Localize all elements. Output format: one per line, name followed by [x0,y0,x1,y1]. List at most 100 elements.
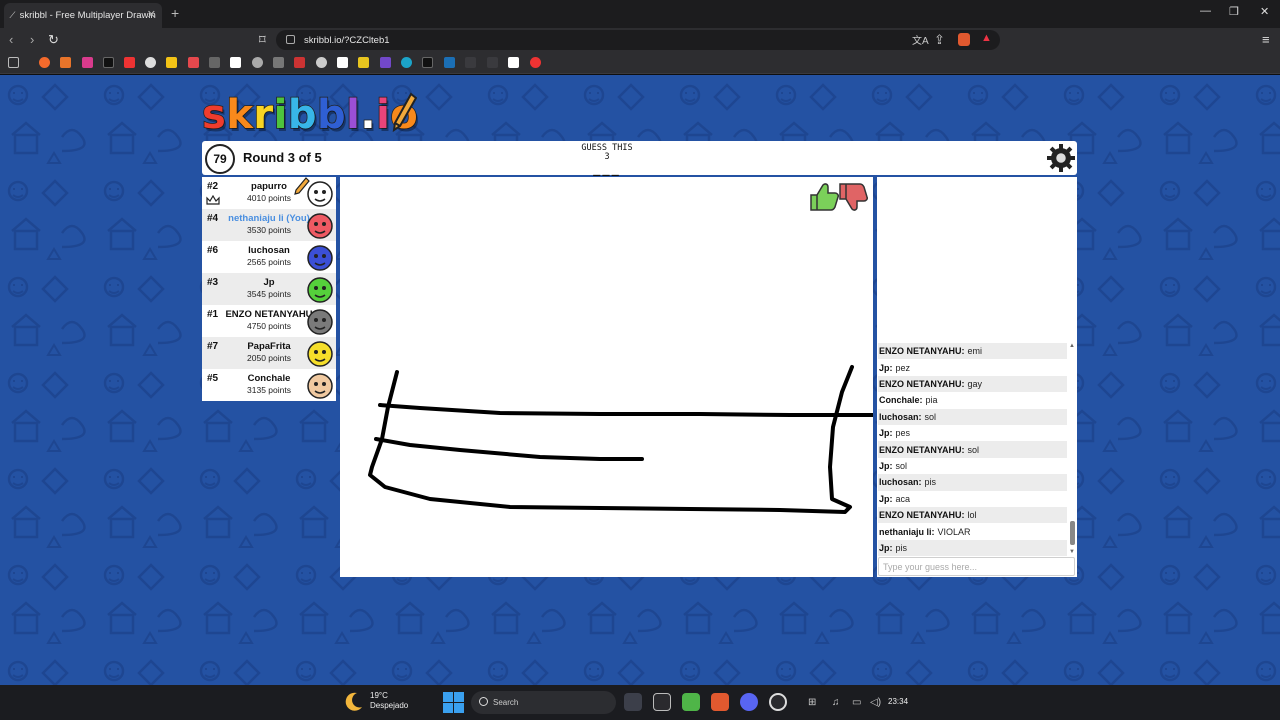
chat-user: Jp: [879,362,893,373]
apps-grid-icon[interactable] [8,57,19,68]
browser-tab-bar: ∕ skribbl - Free Multiplayer Drawin ✕ + … [0,0,1280,28]
tray-overflow-icon[interactable]: ⊞ [808,697,816,708]
moon-icon [345,692,362,711]
app-icon[interactable] [653,693,671,711]
chat-user: nethaniaju li: [879,526,935,537]
player-name: nethaniaju li (You) [228,213,310,224]
tiktok-icon[interactable] [103,57,114,68]
drawing-pen-icon [294,177,310,195]
site-info-icon[interactable] [286,35,295,44]
windows-start-icon[interactable] [443,692,464,713]
bookmark-2-icon[interactable] [60,57,71,68]
app-green-icon[interactable] [682,693,700,711]
restore-icon[interactable]: ❐ [1229,5,1239,18]
chat-user: Jp: [879,542,893,553]
scroll-down-icon[interactable]: ▼ [1069,549,1075,555]
forward-icon[interactable]: › [30,32,34,47]
guess-input[interactable] [878,557,1075,576]
menu-icon[interactable]: ≡ [1262,32,1270,47]
obs-icon[interactable] [769,693,787,711]
bookmark-11-icon[interactable] [252,57,263,68]
chat-user: luchosan: [879,411,922,422]
reload-icon[interactable]: ↻ [48,32,59,48]
scroll-up-icon[interactable]: ▲ [1069,343,1075,349]
drawing-canvas[interactable] [340,177,873,577]
player-rank: #1 [207,309,219,320]
search-icon [479,697,488,706]
task-view-icon[interactable] [624,693,642,711]
bookmark-icon[interactable]: ⌑ [259,32,266,48]
chat-message: nethaniaju li: VIOLAR [878,523,1067,539]
network-icon[interactable]: ▭ [852,697,861,708]
like-icon[interactable] [810,183,839,211]
weather-widget[interactable]: 19°C Despejado [344,691,408,711]
timer-clock-icon: 79 [205,144,235,174]
bookmark-15-icon[interactable] [337,57,348,68]
player-avatar-icon [307,309,333,335]
player-name: ENZO NETANYAHU [225,309,313,320]
chat-text: emi [967,346,983,357]
dislike-icon[interactable] [839,183,868,211]
brave-taskbar-icon[interactable] [711,693,729,711]
bookmark-6-icon[interactable] [145,57,156,68]
chat-message: luchosan: pis [878,474,1067,491]
tiktok-2-icon[interactable] [422,57,433,68]
bookmark-23-icon[interactable] [508,57,519,68]
youtube-icon[interactable] [124,57,135,68]
bookmark-18-icon[interactable] [401,57,412,68]
chat-user: ENZO NETANYAHU: [879,444,965,455]
windows-taskbar: 19°C Despejado Search ⊞ ♫ ▭ ◁) 23:34 [0,685,1280,720]
bookmark-17-icon[interactable] [380,57,391,68]
bookmark-13-icon[interactable] [294,57,305,68]
chat-scroll-thumb[interactable] [1070,521,1075,545]
chat-user: luchosan: [879,477,922,488]
url-field[interactable]: skribbl.io/?CZClteb1 [276,30,1000,50]
player-row[interactable]: #5 Conchale 3135 points [202,369,336,401]
word-hint: GUESS THIS 3 ___ [532,144,682,177]
bookmark-16-icon[interactable] [358,57,369,68]
chat-panel: ENZO NETANYAHU: emi Jp: pez ENZO NETANYAHU: g… [877,177,1077,577]
bookmark-1-icon[interactable] [39,57,50,68]
bookmark-12-icon[interactable] [273,57,284,68]
chat-text: pia [925,395,938,406]
bookmark-22-icon[interactable] [487,57,498,68]
url-text: skribbl.io/?CZClteb1 [304,34,390,46]
system-clock[interactable]: 23:34 [888,697,908,706]
player-row[interactable]: #3 Jp 3545 points [202,273,336,305]
logo-letter: . [360,91,377,139]
taskbar-search[interactable]: Search [471,691,616,714]
bookmark-14-icon[interactable] [316,57,327,68]
close-window-icon[interactable]: ✕ [1260,5,1269,18]
skribbl-logo[interactable]: skribbl.io [201,91,418,139]
settings-gear-icon[interactable] [1046,143,1076,173]
brave-rewards-icon[interactable]: ▲ [981,32,992,44]
back-icon[interactable]: ‹ [9,32,13,47]
skribbl-favicon-icon: ∕ [12,10,14,21]
bookmark-9-icon[interactable] [209,57,220,68]
translate-icon[interactable]: 文A [912,32,929,47]
volume-icon[interactable]: ◁) [870,697,881,708]
bookmark-8-icon[interactable] [188,57,199,68]
instagram-icon[interactable] [82,57,93,68]
brave-shields-icon[interactable] [958,33,970,46]
share-icon[interactable]: ⇪ [934,32,945,48]
player-row[interactable]: #7 PapaFrita 2050 points [202,337,336,369]
player-row[interactable]: #6 luchosan 2565 points [202,241,336,273]
close-tab-icon[interactable]: ✕ [147,8,156,21]
player-row[interactable]: #1 ENZO NETANYAHU 4750 points [202,305,336,337]
bookmark-24-icon[interactable] [530,57,541,68]
steam-icon[interactable] [444,57,455,68]
notification-bell-icon[interactable]: ♫ [832,697,840,708]
minimize-icon[interactable]: — [1200,5,1211,17]
new-tab-button[interactable]: + [171,5,179,21]
logo-pencil-icon [392,92,417,132]
bookmark-21-icon[interactable] [465,57,476,68]
logo-letter: i [375,91,391,139]
browser-tab[interactable]: ∕ skribbl - Free Multiplayer Drawin ✕ [4,3,162,28]
player-row[interactable]: #2 papurro 4010 points [202,177,336,209]
bookmark-10-icon[interactable] [230,57,241,68]
discord-icon[interactable] [740,693,758,711]
bookmark-7-icon[interactable] [166,57,177,68]
player-row[interactable]: #4 nethaniaju li (You) 3530 points [202,209,336,241]
player-name: PapaFrita [247,341,291,352]
